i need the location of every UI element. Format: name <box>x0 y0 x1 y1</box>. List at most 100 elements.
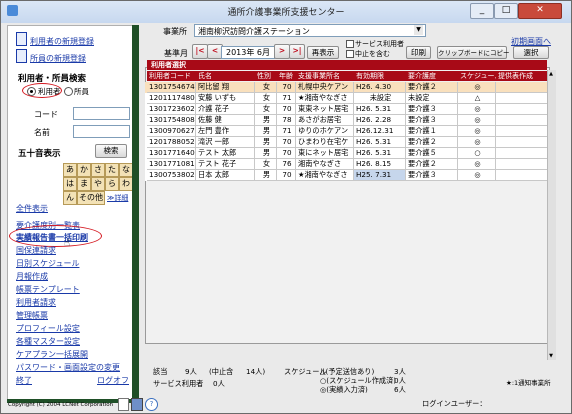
include-stop-checkbox[interactable] <box>346 50 354 58</box>
menu-link[interactable]: 月報作成 <box>16 271 48 282</box>
cell-gender: 男 <box>255 170 277 181</box>
table-row[interactable]: 1301723602 介護 花子 女 70 東東ネット居宅 H26. 5.31 … <box>145 104 548 115</box>
col-header-name[interactable]: 氏名 <box>196 71 256 81</box>
col-header-code[interactable]: 利用者コード <box>147 71 197 81</box>
kana-ya-button[interactable]: や <box>91 177 105 191</box>
exit-link[interactable]: 終了 <box>16 375 32 386</box>
cell-expiry: 未設定 <box>354 93 406 104</box>
cell-provision <box>496 82 548 93</box>
kana-na-button[interactable]: な <box>119 163 133 177</box>
cell-code: 1300753802 <box>147 170 196 181</box>
cell-gender: 男 <box>255 115 277 126</box>
cell-office: ★湘南やなぎさ <box>296 93 354 104</box>
minimize-button[interactable]: _ <box>470 3 494 19</box>
clipboard-copy-button[interactable]: クリップボードにコピー <box>437 46 510 59</box>
kana-ta-button[interactable]: た <box>105 163 119 177</box>
table-row[interactable]: 1301754808 佐藤 健 男 78 あさがお居宅 H26. 2.28 要介… <box>145 115 548 126</box>
radio-staff-button[interactable] <box>64 87 73 96</box>
cell-care-level: 要介護２ <box>406 159 458 170</box>
print-button[interactable]: 印刷 <box>406 46 431 59</box>
kana-ma-button[interactable]: ま <box>77 177 91 191</box>
cell-schedule: ◎ <box>458 170 496 181</box>
kana-other-button[interactable]: その他 <box>77 191 105 205</box>
kana-sa-button[interactable]: さ <box>91 163 105 177</box>
detail-link[interactable]: ≫詳細 <box>107 193 128 203</box>
col-header-provision[interactable]: 提供表作成 <box>496 71 549 81</box>
col-header-gender[interactable]: 性別 <box>255 71 278 81</box>
search-title: 利用者・所員検索 <box>18 74 87 84</box>
vertical-scrollbar[interactable] <box>547 70 556 360</box>
sidebar: 利用者の新規登録 所員の新規登録 利用者・所員検索 利用者 所員 コード 名前 … <box>7 25 134 402</box>
menu-link[interactable]: 日別スケジュール <box>16 258 79 269</box>
cell-provision <box>496 159 548 170</box>
cell-age: 78 <box>277 115 296 126</box>
kana-ra-button[interactable]: ら <box>105 177 119 191</box>
annotation-highlight <box>9 225 102 247</box>
select-button[interactable]: 選択 <box>513 46 549 59</box>
count-label: 該当 <box>153 367 168 376</box>
scroll-down-icon[interactable]: ▼ <box>547 352 555 360</box>
kana-a-button[interactable]: あ <box>63 163 77 177</box>
name-input[interactable] <box>73 125 130 138</box>
next-month-button[interactable]: > <box>274 44 290 59</box>
cell-office: 東東ネット居宅 <box>296 104 354 115</box>
code-input[interactable] <box>73 107 130 120</box>
maximize-button[interactable]: □ <box>494 3 518 19</box>
cell-schedule: △ <box>458 93 496 104</box>
count-value: 9人 <box>185 367 197 376</box>
service-user-checkbox[interactable] <box>346 40 354 48</box>
fifty-sound-title: 五十音表示 <box>18 149 61 159</box>
table-row[interactable]: 1201117480 安藤 いずも 女 71 ★湘南やなぎさ 未設定 未設定 △ <box>145 93 548 104</box>
grid-title: 利用者選択 <box>147 60 547 70</box>
cell-schedule: ○ <box>458 148 496 159</box>
register-staff-link[interactable]: 所員の新規登録 <box>30 53 86 64</box>
col-header-care-level[interactable]: 要介護度 <box>406 71 459 81</box>
kana-ha-button[interactable]: は <box>63 177 77 191</box>
col-header-office[interactable]: 支援事業所名 <box>296 71 355 81</box>
menu-link[interactable]: ケアプラン一括展開 <box>16 349 88 360</box>
menu-link[interactable]: プロフィール設定 <box>16 323 80 334</box>
table-row[interactable]: 1301754674 阿比留 翔 女 70 札幌中央ケアン H26. 4.30 … <box>145 82 548 93</box>
cell-office: ひまわり在宅ケ <box>296 137 354 148</box>
kana-n-button[interactable]: ん <box>63 191 77 205</box>
menu-link[interactable]: 国保連請求 <box>16 245 56 256</box>
cell-name: 左門 豊作 <box>196 126 255 137</box>
cell-office: あさがお居宅 <box>296 115 354 126</box>
kana-ka-button[interactable]: か <box>77 163 91 177</box>
table-row[interactable]: 1301771081 テスト 花子 女 76 湘南やなぎさ H26. 8.15 … <box>145 159 548 170</box>
menu-link[interactable]: 全件表示 <box>16 203 48 214</box>
reshow-button[interactable]: 再表示 <box>307 46 339 59</box>
cell-expiry: H26. 2.28 <box>354 115 406 126</box>
cell-age: 70 <box>277 148 296 159</box>
register-user-link[interactable]: 利用者の新規登録 <box>30 36 94 47</box>
help-icon[interactable]: ? <box>145 398 158 411</box>
cell-expiry: H26. 8.15 <box>354 159 406 170</box>
table-row[interactable]: 1301771640 テスト 太郎 男 70 東にネット居宅 H26. 5.31… <box>145 148 548 159</box>
col-header-age[interactable]: 年齢 <box>277 71 297 81</box>
cell-code: 1201788052 <box>147 137 196 148</box>
cell-care-level: 要介護５ <box>406 148 458 159</box>
menu-link[interactable]: 管理帳票 <box>16 310 48 321</box>
menu-link[interactable]: 利用者請求 <box>16 297 56 308</box>
menu-link[interactable]: 各種マスター設定 <box>16 336 80 347</box>
table-row[interactable]: 1300753802 日本 太郎 男 70 ★湘南やなぎさ H25. 7.31 … <box>145 170 548 181</box>
table-row[interactable]: 1201788052 滝沢 一郎 男 70 ひまわり在宅ケ H26. 5.31 … <box>145 137 548 148</box>
service-user-label: サービス利用者 <box>355 40 404 48</box>
logout-link[interactable]: ログオフ <box>97 375 129 386</box>
scroll-up-icon[interactable]: ▲ <box>547 70 555 78</box>
search-button[interactable]: 検索 <box>95 144 127 158</box>
cell-care-level: 要介護３ <box>406 104 458 115</box>
menu-link[interactable]: 帳票テンプレート <box>16 284 80 295</box>
year-month-display: 2013年 6月 <box>221 46 275 59</box>
kana-wa-button[interactable]: わ <box>119 177 133 191</box>
menu-link[interactable]: パスワード・画面設定の変更 <box>16 362 120 373</box>
hand-cursor-icon: ☝ <box>64 238 71 249</box>
chevron-down-icon[interactable]: ▼ <box>414 25 423 35</box>
col-header-expiry[interactable]: 有効期限 <box>354 71 407 81</box>
last-month-button[interactable]: >| <box>289 44 305 59</box>
cell-age: 70 <box>277 104 296 115</box>
first-month-button[interactable]: |< <box>192 44 208 59</box>
col-header-schedule[interactable]: スケジュール <box>458 71 497 81</box>
close-button[interactable]: ✕ <box>518 3 562 19</box>
table-row[interactable]: 1300970627 左門 豊作 男 71 ゆりのホケアン H26.12.31 … <box>145 126 548 137</box>
